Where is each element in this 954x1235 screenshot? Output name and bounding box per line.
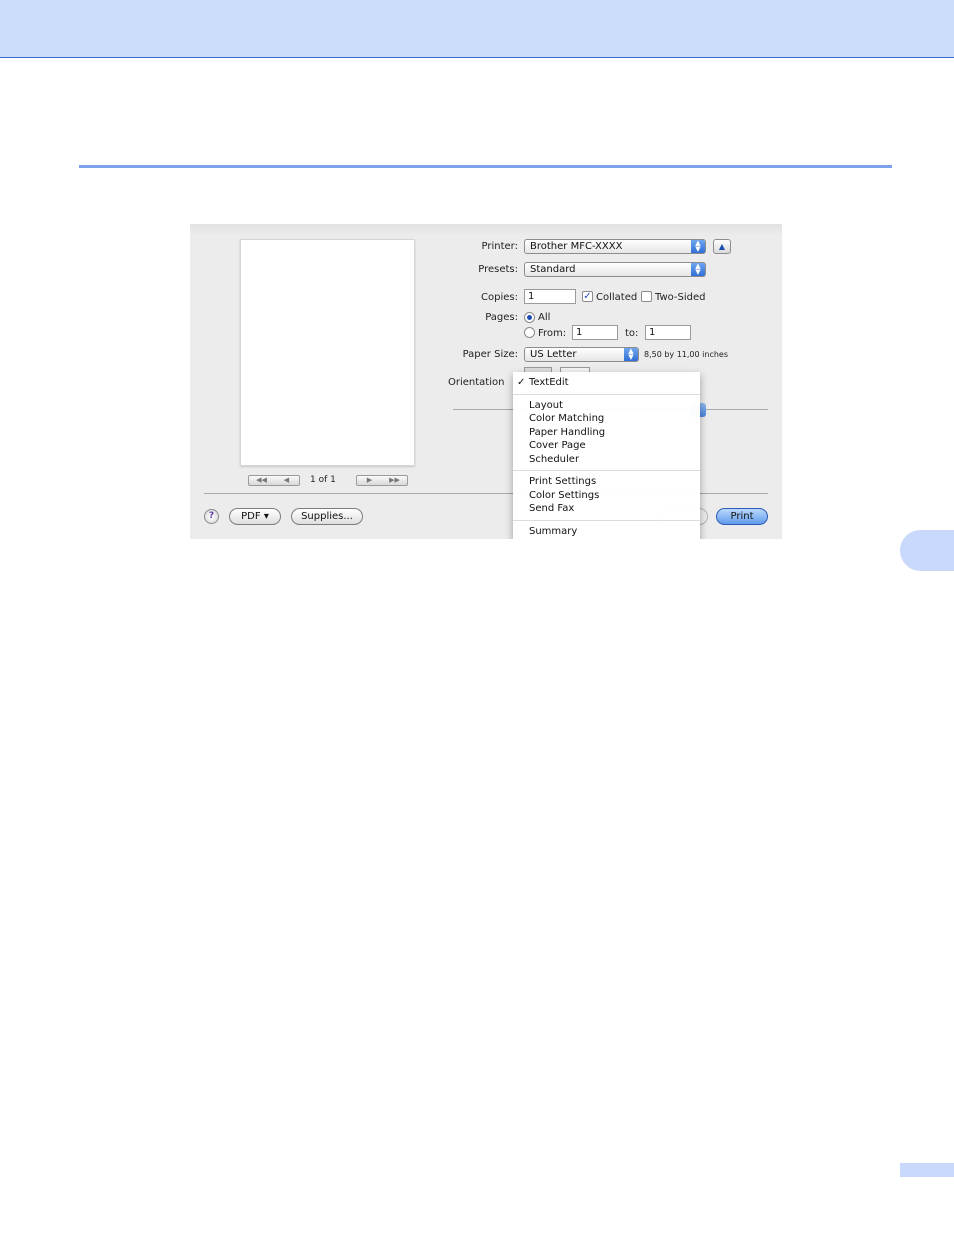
pages-from-field[interactable]: 1 [572, 325, 618, 340]
presets-popup[interactable]: Standard ▲ ▼ [524, 262, 706, 277]
supplies-button[interactable]: Supplies... [291, 508, 363, 525]
preview-back-buttons[interactable]: ◀◀ ◀ [248, 475, 300, 486]
popup-arrows-icon: ▲ ▼ [691, 263, 705, 276]
menu-item-textedit[interactable]: TextEdit [529, 377, 569, 388]
chapter-tab [900, 530, 954, 571]
menu-item-paper-handling[interactable]: Paper Handling [529, 427, 605, 438]
copies-field[interactable]: 1 [524, 289, 576, 304]
pages-label: Pages: [485, 312, 518, 323]
menu-item-print-settings[interactable]: Print Settings [529, 476, 596, 487]
print-dialog: ◀◀ ◀ 1 of 1 ▶ ▶▶ Printer: Brother MFC-XXXX… [190, 224, 782, 539]
two-sided-checkbox[interactable] [641, 291, 652, 302]
checkmark-icon: ✓ [583, 291, 592, 302]
next-page-icon[interactable]: ▶ [357, 476, 382, 485]
menu-item-cover-page[interactable]: Cover Page [529, 440, 586, 451]
menu-item-color-matching[interactable]: Color Matching [529, 413, 604, 424]
menu-check-icon: ✓ [517, 377, 526, 388]
printer-popup[interactable]: Brother MFC-XXXX ▲ ▼ [524, 239, 706, 254]
orientation-label: Orientation [448, 377, 505, 388]
print-button[interactable]: Print [716, 508, 768, 525]
presets-label: Presets: [478, 264, 518, 275]
section-rule [79, 165, 892, 168]
paper-size-label: Paper Size: [462, 349, 518, 360]
menu-item-layout[interactable]: Layout [529, 400, 563, 411]
first-page-icon[interactable]: ◀◀ [249, 476, 274, 485]
disclosure-triangle-icon[interactable]: ▲ [713, 239, 731, 254]
pages-all-radio[interactable] [524, 312, 535, 323]
copies-label: Copies: [481, 292, 518, 303]
collated-label: Collated [596, 292, 638, 303]
pages-range-radio[interactable] [524, 327, 535, 338]
popup-arrows-icon: ▲ ▼ [691, 240, 705, 253]
print-options-menu: ✓ TextEdit Layout Color Matching Paper H… [513, 372, 700, 539]
two-sided-label: Two-Sided [655, 292, 706, 303]
pdf-button[interactable]: PDF ▾ [229, 508, 281, 525]
paper-size-dimensions: 8,50 by 11,00 inches [644, 350, 729, 359]
presets-value: Standard [530, 264, 576, 275]
menu-item-color-settings[interactable]: Color Settings [529, 490, 599, 501]
printer-value: Brother MFC-XXXX [530, 241, 623, 252]
pages-from-label: From: [538, 328, 567, 339]
last-page-icon[interactable]: ▶▶ [382, 476, 407, 485]
paper-size-popup[interactable]: US Letter ▲ ▼ [524, 347, 639, 362]
pages-all-label: All [538, 312, 551, 323]
dialog-titlebar [190, 224, 782, 236]
menu-item-scheduler[interactable]: Scheduler [529, 454, 579, 465]
paper-size-value: US Letter [530, 349, 577, 360]
pages-to-field[interactable]: 1 [645, 325, 691, 340]
prev-page-icon[interactable]: ◀ [274, 476, 299, 485]
pages-to-label: to: [625, 328, 639, 339]
menu-separator [513, 520, 700, 521]
menu-separator [513, 470, 700, 471]
collated-checkbox[interactable]: ✓ [582, 291, 593, 302]
preview-forward-buttons[interactable]: ▶ ▶▶ [356, 475, 408, 486]
header-band [0, 0, 954, 58]
page-indicator: 1 of 1 [310, 475, 336, 485]
menu-item-summary[interactable]: Summary [529, 526, 577, 537]
help-icon[interactable]: ? [204, 509, 219, 524]
menu-separator [513, 394, 700, 395]
popup-arrows-icon: ▲ ▼ [624, 348, 638, 361]
menu-item-send-fax[interactable]: Send Fax [529, 503, 574, 514]
printer-label: Printer: [481, 241, 518, 252]
print-preview-page [240, 239, 415, 466]
page-number-tab [900, 1163, 954, 1177]
